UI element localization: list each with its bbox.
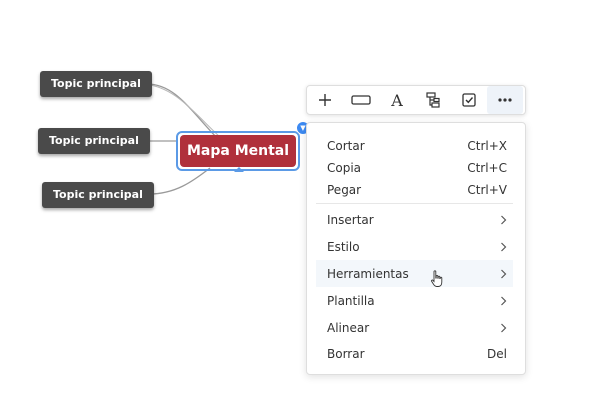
text-icon: A [391,90,403,110]
menu-item-label: Copia [327,161,362,175]
chevron-right-icon [501,296,507,305]
menu-item-shortcut: Ctrl+C [467,161,507,175]
chevron-right-icon [501,323,507,332]
task-button[interactable] [451,86,487,114]
topic-label: Topic principal [49,134,139,147]
menu-item-label: Plantilla [327,293,375,308]
topic-label: Topic principal [51,77,141,90]
menu-item-label: Estilo [327,239,360,254]
central-topic-label: Mapa Mental [186,143,290,159]
topic-label: Topic principal [53,188,143,201]
central-topic-node[interactable]: Mapa Mental [176,131,300,171]
menu-item-delete[interactable]: Borrar Del [316,341,513,367]
chevron-right-icon [501,269,507,278]
menu-item-style[interactable]: Estilo [316,233,513,260]
text-style-button[interactable]: A [379,86,415,114]
floating-toolbar: A [306,85,526,115]
menu-item-paste[interactable]: Pegar Ctrl+V [316,179,513,201]
menu-item-tools[interactable]: Herramientas [316,260,513,287]
plus-icon [319,94,331,106]
context-menu: Cortar Ctrl+X Copia Ctrl+C Pegar Ctrl+V … [306,122,526,375]
structure-icon [426,92,440,108]
hand-cursor-icon [431,270,443,287]
chevron-right-icon [501,215,507,224]
topic-node[interactable]: Topic principal [40,71,152,97]
menu-item-label: Borrar [327,347,365,361]
menu-item-cut[interactable]: Cortar Ctrl+X [316,135,513,157]
structure-button[interactable] [415,86,451,114]
menu-item-label: Pegar [327,183,362,197]
menu-item-template[interactable]: Plantilla [316,287,513,314]
more-button[interactable] [487,86,523,114]
menu-divider [316,203,513,204]
menu-item-shortcut: Ctrl+X [467,139,507,153]
menu-item-insert[interactable]: Insertar [316,206,513,233]
menu-item-shortcut: Ctrl+V [467,183,507,197]
mindmap-canvas[interactable]: Topic principal Topic principal Topic pr… [0,0,600,400]
topic-node[interactable]: Topic principal [38,128,150,154]
menu-item-label: Cortar [327,139,365,153]
add-topic-button[interactable] [307,86,343,114]
menu-item-align[interactable]: Alinear [316,314,513,341]
topic-node[interactable]: Topic principal [42,182,154,208]
menu-item-label: Alinear [327,320,370,335]
chevron-right-icon [501,242,507,251]
shape-button[interactable] [343,86,379,114]
menu-item-shortcut: Del [487,347,507,361]
checkbox-icon [462,93,476,107]
more-icon [498,98,512,102]
menu-item-copy[interactable]: Copia Ctrl+C [316,157,513,179]
menu-item-label: Herramientas [327,266,409,281]
menu-item-label: Insertar [327,212,374,227]
add-child-notch[interactable] [234,167,244,172]
rectangle-icon [351,95,371,105]
